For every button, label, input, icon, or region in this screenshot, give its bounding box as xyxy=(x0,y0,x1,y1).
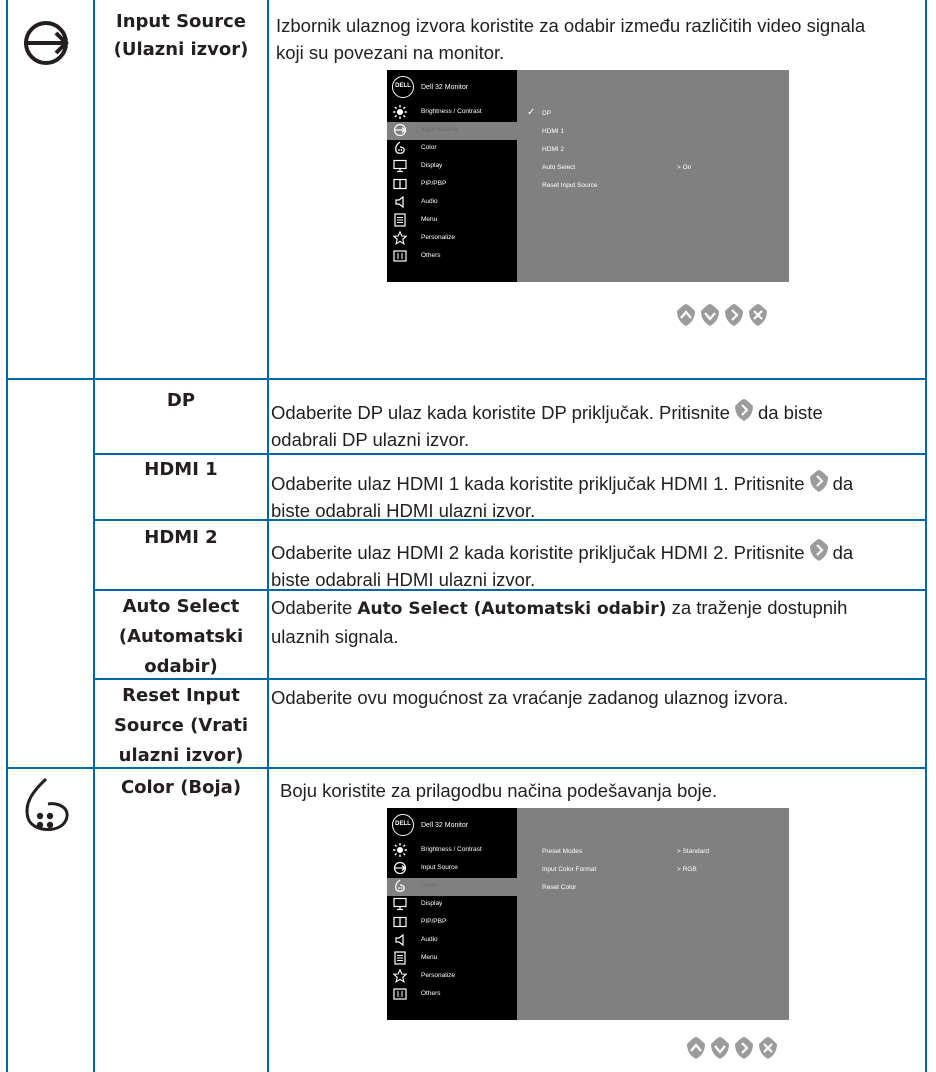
color-icon xyxy=(395,879,405,892)
display-icon xyxy=(393,159,407,173)
osd-menu-color[interactable]: Color xyxy=(387,878,517,896)
osd-menu-brightness[interactable]: Brightness / Contrast xyxy=(387,104,517,122)
row-desc-dp: Odaberite DP ulaz kada koristite DP prik… xyxy=(271,398,921,453)
audio-icon xyxy=(395,933,404,947)
row-desc-auto-select: Odaberite Auto Select (Automatski odabir… xyxy=(271,597,848,647)
others-icon xyxy=(393,250,407,262)
osd-sub-dp[interactable]: DP xyxy=(542,110,551,117)
osd-check-icon: ✓ xyxy=(527,107,536,118)
close-button-icon[interactable] xyxy=(748,303,768,327)
menu-icon xyxy=(394,951,406,965)
table-border-col2 xyxy=(267,0,269,1072)
osd-sub-auto-select-value: > On xyxy=(677,164,692,171)
osd-menu-pip-pbp[interactable]: PIP/PBP xyxy=(387,914,517,932)
right-button-icon xyxy=(809,470,828,492)
right-button-icon[interactable] xyxy=(724,303,744,327)
dell-logo: DELL xyxy=(392,76,414,98)
input-source-icon xyxy=(20,18,76,68)
dell-logo: DELL xyxy=(392,814,414,836)
menu-icon xyxy=(394,213,406,227)
input-source-icon xyxy=(393,861,407,875)
row-desc-hdmi1: Odaberite ulaz HDMI 1 kada koristite pri… xyxy=(271,469,921,524)
input-source-icon xyxy=(393,123,407,137)
brightness-icon xyxy=(393,105,407,119)
osd-sub-reset-color[interactable]: Reset Color xyxy=(542,884,576,891)
osd-menu-display[interactable]: Display xyxy=(387,158,517,176)
up-button-icon[interactable] xyxy=(676,303,696,327)
osd-sub-input-color-format[interactable]: Input Color Format xyxy=(542,866,596,873)
star-icon xyxy=(393,231,407,245)
osd-menu-brightness[interactable]: Brightness / Contrast xyxy=(387,842,517,860)
osd-menu-others[interactable]: Others xyxy=(387,986,517,1004)
osd-title: Dell 32 Monitor xyxy=(421,822,469,829)
osd-menu-personalize[interactable]: Personalize xyxy=(387,968,517,986)
up-button-icon[interactable] xyxy=(686,1036,706,1060)
right-button-icon xyxy=(809,539,828,561)
osd-sub-preset-modes-value: > Standard xyxy=(677,848,709,855)
osd-submenu-panel: Preset Modes > Standard Input Color Form… xyxy=(517,808,789,1020)
osd-title: Dell 32 Monitor xyxy=(421,84,469,91)
osd-sidebar: DELL Dell 32 Monitor Brightness / Contra… xyxy=(387,808,517,1020)
row-desc-reset-input: Odaberite ovu mogućnost za vraćanje zada… xyxy=(271,687,789,708)
row-name-input-source: Input Source (Ulazni izvor) xyxy=(113,11,249,60)
osd-sub-preset-modes[interactable]: Preset Modes xyxy=(542,848,582,855)
row-name-reset-input: Reset Input Source (Vrati ulazni izvor) xyxy=(113,685,249,766)
row-desc-hdmi2: Odaberite ulaz HDMI 2 kada koristite pri… xyxy=(271,538,921,593)
osd-screenshot-input-source: DELL Dell 32 Monitor Brightness / Contra… xyxy=(387,70,789,282)
color-palette-icon xyxy=(18,776,74,836)
osd-screenshot-color: DELL Dell 32 Monitor Brightness / Contra… xyxy=(387,808,789,1020)
osd-menu-display[interactable]: Display xyxy=(387,896,517,914)
row-name-color: Color (Boja) xyxy=(120,777,242,798)
right-button-icon[interactable] xyxy=(734,1036,754,1060)
row-name-hdmi1: HDMI 1 xyxy=(144,459,218,480)
row-name-dp: DP xyxy=(166,390,196,411)
down-button-icon[interactable] xyxy=(700,303,720,327)
osd-sub-hdmi2[interactable]: HDMI 2 xyxy=(542,146,564,153)
osd-menu-audio[interactable]: Audio xyxy=(387,932,517,950)
osd-sub-hdmi1[interactable]: HDMI 1 xyxy=(542,128,564,135)
close-button-icon[interactable] xyxy=(758,1036,778,1060)
osd-menu-others[interactable]: Others xyxy=(387,248,517,266)
row-name-auto-select: Auto Select (Automatski odabir) xyxy=(118,596,244,677)
osd-menu-input-source[interactable]: Input Source xyxy=(387,860,517,878)
osd-sub-input-color-format-value: > RGB xyxy=(677,866,697,873)
table-border-right xyxy=(925,0,927,1072)
osd-menu-menu[interactable]: Menu xyxy=(387,950,517,968)
osd-menu-personalize[interactable]: Personalize xyxy=(387,230,517,248)
osd-menu-pip-pbp[interactable]: PIP/PBP xyxy=(387,176,517,194)
pip-pbp-icon xyxy=(393,178,407,190)
osd-sub-reset-input[interactable]: Reset Input Source xyxy=(542,182,598,189)
color-icon xyxy=(395,141,405,154)
osd-sub-auto-select[interactable]: Auto Select xyxy=(542,164,575,171)
display-icon xyxy=(393,897,407,911)
osd-submenu-panel: ✓ DP HDMI 1 HDMI 2 Auto Select > On Rese… xyxy=(517,70,789,282)
osd-menu-input-source[interactable]: Input Source xyxy=(387,122,517,140)
osd-menu-audio[interactable]: Audio xyxy=(387,194,517,212)
row-divider-input-dp xyxy=(6,378,927,380)
osd-menu-menu[interactable]: Menu xyxy=(387,212,517,230)
audio-icon xyxy=(395,195,404,209)
others-icon xyxy=(393,988,407,1000)
row-name-hdmi2: HDMI 2 xyxy=(144,527,218,548)
star-icon xyxy=(393,969,407,983)
osd-sidebar: DELL Dell 32 Monitor Brightness / Contra… xyxy=(387,70,517,282)
pip-pbp-icon xyxy=(393,916,407,928)
row-desc-color: Boju koristite za prilagodbu načina pode… xyxy=(280,780,718,801)
osd-menu-color[interactable]: Color xyxy=(387,140,517,158)
down-button-icon[interactable] xyxy=(710,1036,730,1060)
brightness-icon xyxy=(393,843,407,857)
row-divider-dp-hdmi1 xyxy=(93,453,927,455)
table-border-left xyxy=(6,0,8,1072)
right-button-icon xyxy=(734,399,753,421)
row-desc-input-source: Izbornik ulaznog izvora koristite za oda… xyxy=(276,15,866,63)
